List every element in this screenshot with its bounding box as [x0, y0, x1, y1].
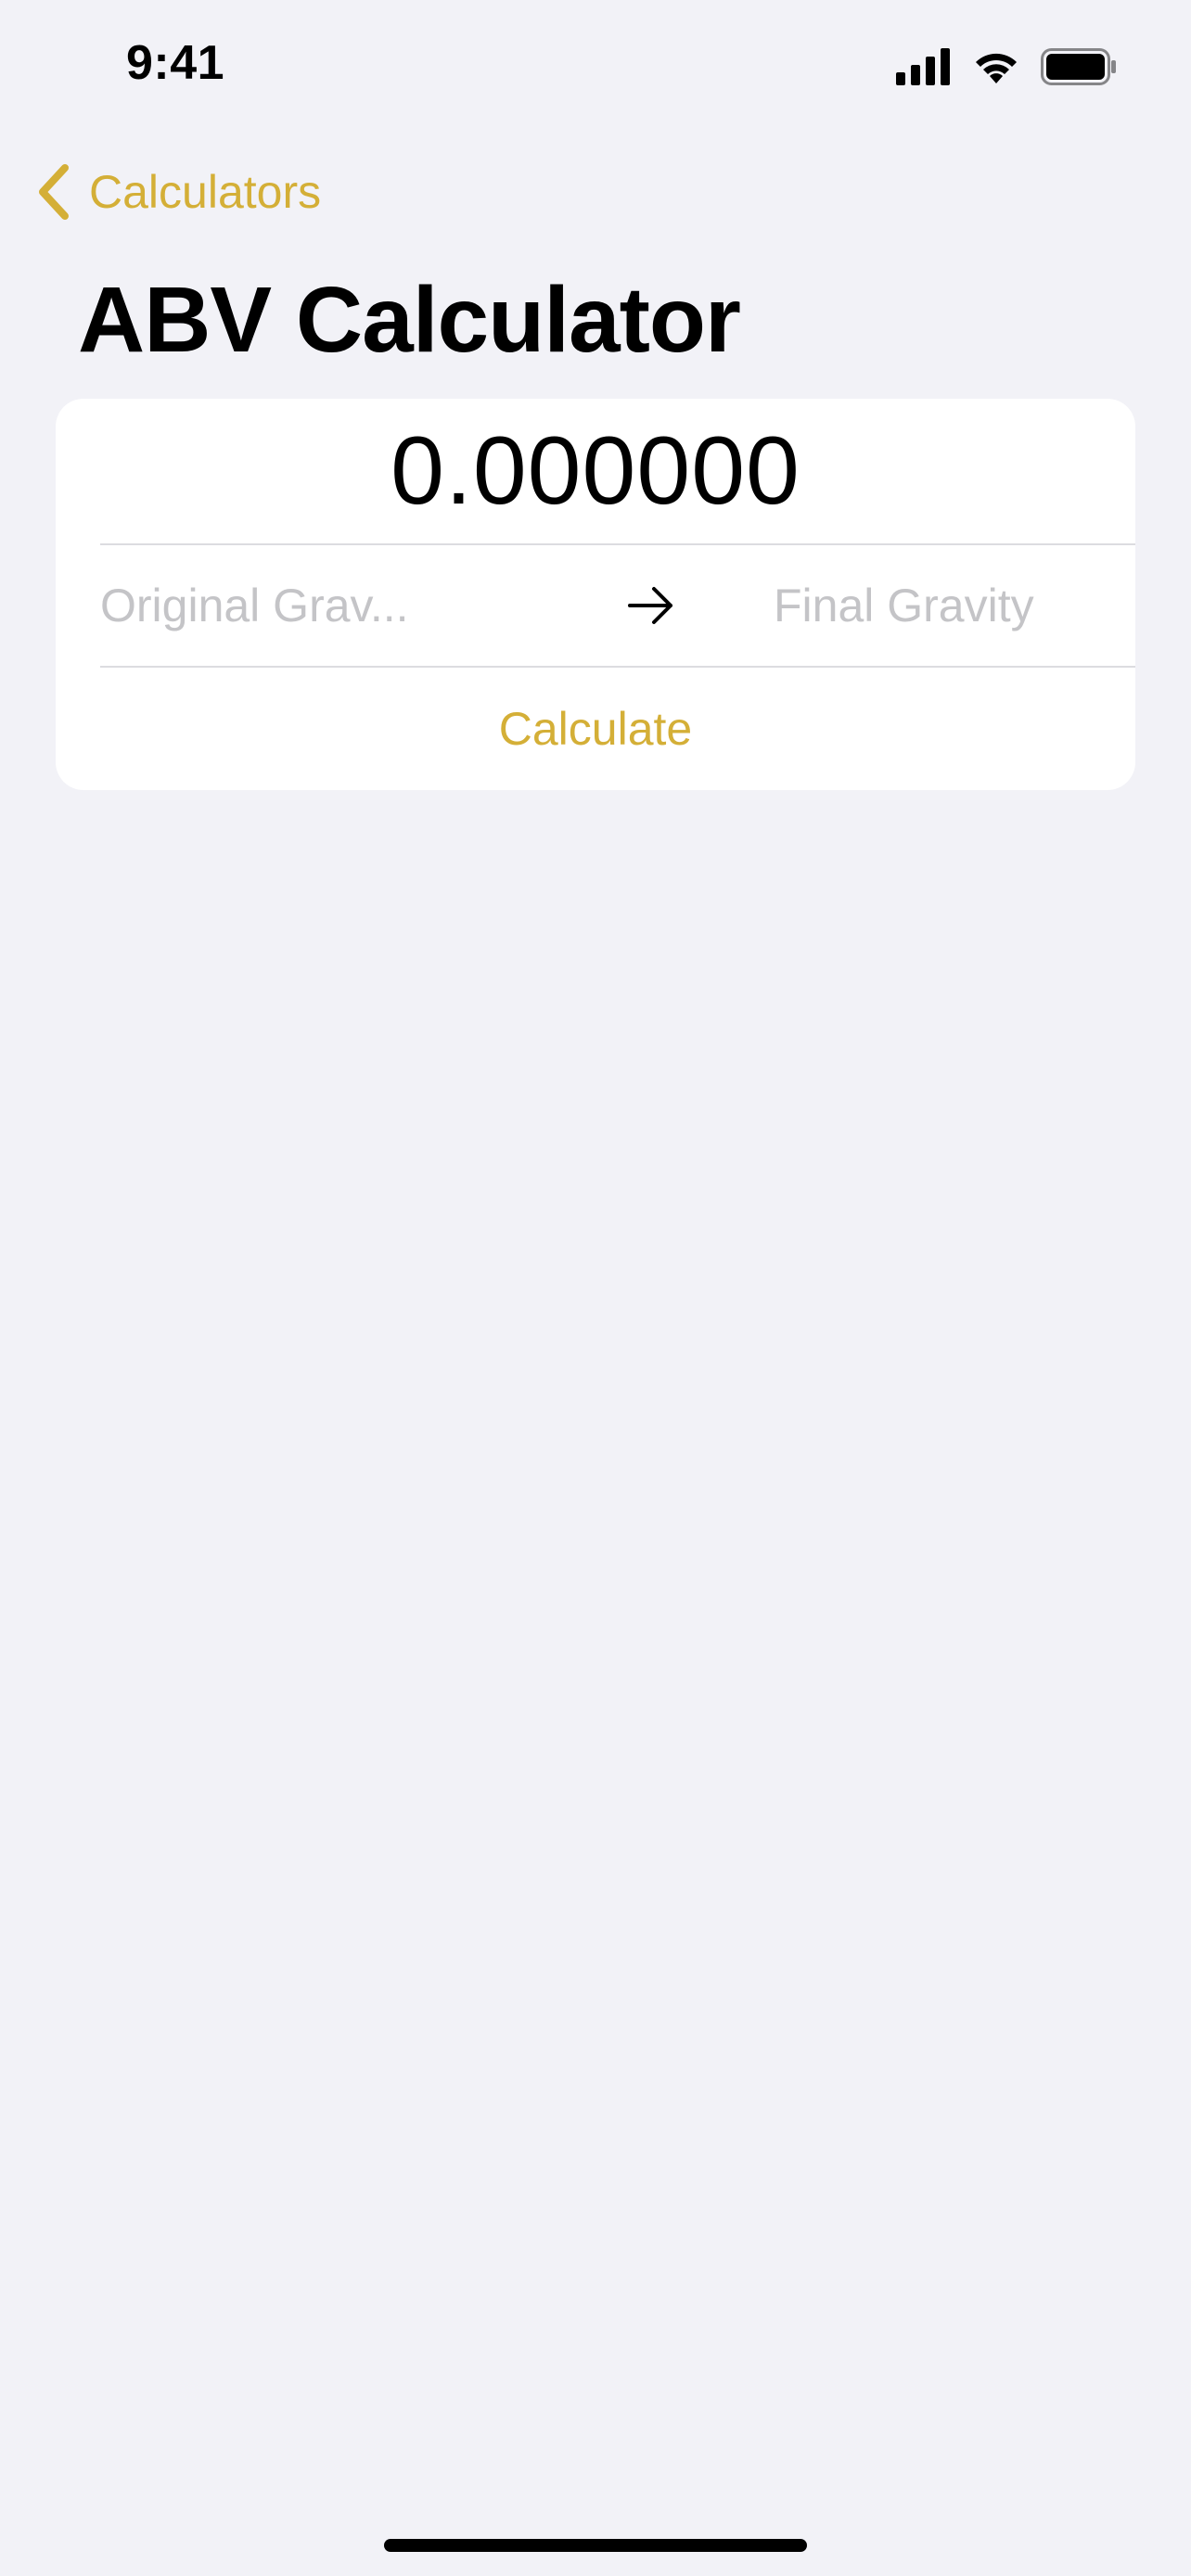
arrow-right-icon — [628, 587, 672, 624]
back-button-label: Calculators — [89, 166, 322, 218]
original-gravity-input[interactable] — [100, 545, 453, 666]
home-indicator[interactable] — [384, 2539, 807, 2552]
battery-icon — [1041, 48, 1116, 85]
chevron-left-icon — [39, 164, 69, 220]
cellular-signal-icon — [896, 48, 950, 85]
calculator-card: 0.000000 Calculate — [56, 399, 1135, 790]
status-bar: 9:41 — [0, 0, 1191, 130]
back-button[interactable]: Calculators — [33, 158, 321, 226]
abv-result: 0.000000 — [391, 416, 800, 525]
page-title: ABV Calculator — [78, 268, 741, 372]
gravity-inputs-row — [100, 545, 1135, 666]
final-gravity-input[interactable] — [774, 545, 1135, 666]
calculate-button[interactable]: Calculate — [56, 668, 1135, 790]
wifi-icon — [976, 53, 1017, 83]
status-time: 9:41 — [126, 36, 225, 90]
status-icons — [896, 45, 1117, 89]
